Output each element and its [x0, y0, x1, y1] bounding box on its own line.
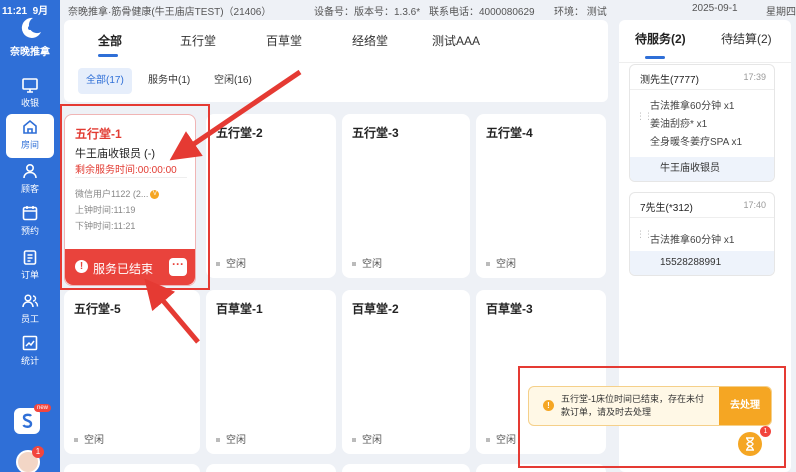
order-card[interactable]: 7先生(*312) 17:40 ⋮⋮ 古法推拿60分钟 x1 155282889… [629, 192, 775, 276]
room-title: 五行堂-4 [486, 126, 533, 140]
sidebar-item-rooms[interactable]: 房间 [6, 114, 54, 158]
annotation-box-toast [518, 366, 786, 468]
room-card[interactable]: 百草堂-1 空闲 [206, 290, 336, 454]
sidebar-item-cashier[interactable]: 收银 [6, 72, 54, 116]
sidebar-item-label: 统计 [20, 356, 39, 366]
tab-jingluo[interactable]: 经络堂 [352, 32, 388, 49]
divider [630, 89, 774, 90]
divider [630, 217, 774, 218]
house-icon [23, 119, 37, 134]
status-time: 11:21 9月 [2, 6, 49, 17]
sidebar-item-label: 房间 [20, 140, 39, 150]
sidebar: 11:21 9月 奈晚推拿 收银 房间 顾客 预约 订单 员工 统计 new 1 [0, 0, 60, 472]
room-status: 空闲 [216, 431, 246, 446]
room-status: 空闲 [216, 255, 246, 270]
room-status: 空闲 [74, 431, 104, 446]
tab-pending-settle[interactable]: 待结算(2) [721, 30, 772, 47]
monitor-icon [22, 78, 38, 93]
room-status: 空闲 [486, 431, 516, 446]
room-card[interactable]: 五行堂-4 空闲 [476, 114, 606, 278]
room-title: 百草堂-2 [352, 302, 399, 316]
room-card[interactable] [342, 464, 470, 472]
tab-underline [645, 56, 665, 59]
sidebar-item-label: 预约 [20, 226, 39, 236]
tab-underline [98, 54, 118, 57]
sidebar-item-label: 订单 [20, 270, 39, 280]
sidebar-item-appointments[interactable]: 预约 [6, 200, 54, 244]
room-title: 五行堂-2 [216, 126, 263, 140]
room-status: 空闲 [486, 255, 516, 270]
brand-logo: 奈晚推拿 [8, 16, 52, 58]
order-item: 古法推拿60分钟 x1 [650, 101, 735, 112]
contact-phone: 联系电话：4000080629 [429, 7, 535, 18]
order-time: 17:40 [743, 200, 766, 210]
room-card[interactable]: 五行堂-3 空闲 [342, 114, 470, 278]
weekday: 星期四 [766, 7, 796, 18]
tab-wuxing[interactable]: 五行堂 [180, 32, 216, 49]
room-card[interactable]: 五行堂-2 空闲 [206, 114, 336, 278]
app-s-icon [22, 413, 33, 428]
room-card[interactable]: 五行堂-5 空闲 [64, 290, 200, 454]
room-card[interactable]: 百草堂-2 空闲 [342, 290, 470, 454]
calendar-icon [22, 206, 38, 221]
room-tabs: 全部 五行堂 百草堂 经络堂 测试AAA 全部(17) 服务中(1) 空闲(16… [64, 20, 608, 102]
current-date: 2025-09-1 [692, 3, 738, 14]
chart-icon [22, 335, 38, 351]
order-staff: 15528288991 [630, 251, 774, 275]
clipboard-icon [23, 250, 37, 265]
filter-in-service[interactable]: 服务中(1) [140, 68, 198, 94]
divider [619, 62, 791, 63]
sidebar-item-orders[interactable]: 订单 [6, 244, 54, 288]
new-badge: new [34, 404, 52, 412]
tab-all[interactable]: 全部 [98, 32, 122, 49]
room-title: 百草堂-3 [486, 302, 533, 316]
sidebar-item-customers[interactable]: 顾客 [6, 158, 54, 202]
room-status: 空闲 [352, 431, 382, 446]
sidebar-item-statistics[interactable]: 统计 [6, 330, 54, 374]
moon-logo-icon [21, 17, 41, 38]
room-card[interactable] [64, 464, 200, 472]
sidebar-item-staff[interactable]: 员工 [6, 288, 54, 332]
brand-name: 奈晚推拿 [10, 47, 50, 58]
sidebar-item-label: 顾客 [20, 184, 39, 194]
sidebar-item-label: 员工 [20, 314, 39, 324]
room-title: 五行堂-3 [352, 126, 399, 140]
order-customer: 测先生(7777) [640, 75, 699, 86]
room-card[interactable] [206, 464, 336, 472]
team-icon [22, 294, 39, 308]
sidebar-item-label: 收银 [20, 98, 39, 108]
user-icon [23, 163, 37, 179]
filter-all[interactable]: 全部(17) [78, 68, 132, 94]
room-status: 空闲 [352, 255, 382, 270]
filter-idle[interactable]: 空闲(16) [206, 68, 260, 94]
environment: 环境： 测试 [554, 7, 607, 18]
order-item: 古法推拿60分钟 x1 [650, 235, 735, 246]
room-title: 百草堂-1 [216, 302, 263, 316]
tab-baicao[interactable]: 百草堂 [266, 32, 302, 49]
avatar-badge: 1 [32, 446, 44, 458]
store-name: 奈晚推拿·筋骨健康(牛王庙店TEST)（21406） [68, 7, 272, 18]
tab-test[interactable]: 测试AAA [432, 32, 480, 49]
order-staff: 牛王庙收银员 [630, 157, 774, 181]
tab-pending-service[interactable]: 待服务(2) [635, 30, 686, 47]
order-card[interactable]: 测先生(7777) 17:39 ⋮⋮ 古法推拿60分钟 x1 姜油刮痧* x1 … [629, 64, 775, 182]
annotation-box-room [60, 104, 210, 290]
room-title: 五行堂-5 [74, 302, 121, 316]
order-item: 全身暖冬姜疗SPA x1 [650, 137, 743, 148]
order-time: 17:39 [743, 72, 766, 82]
order-item: 姜油刮痧* x1 [650, 119, 708, 130]
order-customer: 7先生(*312) [640, 203, 693, 214]
device-info: 设备号：版本号：1.3.6* [314, 7, 421, 18]
top-info-bar: 奈晚推拿·筋骨健康(牛王庙店TEST)（21406） 设备号：版本号：1.3.6… [60, 0, 796, 18]
